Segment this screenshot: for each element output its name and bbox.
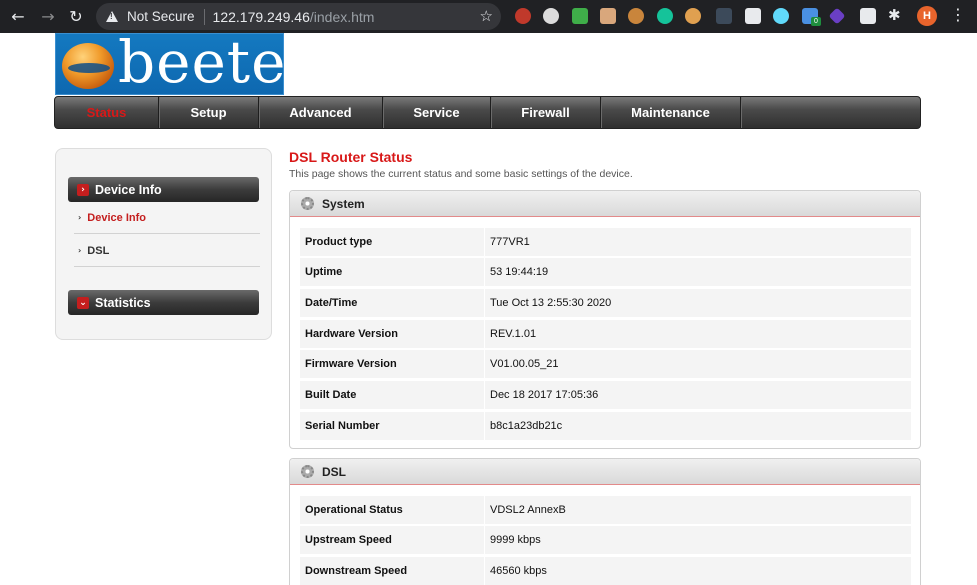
sidebar-item-device-info[interactable]: › Device Info — [74, 202, 260, 234]
extension-icon[interactable] — [543, 8, 559, 24]
sidebar-section-device-info[interactable]: › Device Info — [68, 177, 259, 202]
nav-maintenance[interactable]: Maintenance — [601, 97, 741, 128]
cookie-icon[interactable] — [685, 8, 701, 24]
dsl-panel: DSL Operational Status VDSL2 AnnexB Upstr… — [289, 458, 921, 585]
forward-arrow-icon[interactable]: → — [36, 4, 60, 28]
nav-firewall[interactable]: Firewall — [491, 97, 601, 128]
chevron-down-icon: ⌄ — [77, 296, 89, 309]
adblock-icon[interactable] — [515, 8, 531, 24]
sidebar-section-label: Device Info — [95, 182, 162, 197]
router-page: beetel Status Setup Advanced Service Fir… — [0, 33, 977, 585]
page-title: DSL Router Status — [289, 149, 413, 165]
row-key: Operational Status — [305, 504, 403, 516]
camera-icon[interactable] — [860, 8, 876, 24]
row-key: Serial Number — [305, 420, 380, 432]
diamond-icon[interactable] — [828, 7, 846, 25]
bullet-icon: › — [78, 246, 82, 255]
menu-icon[interactable]: ⋮ — [950, 5, 966, 24]
main-nav: Status Setup Advanced Service Firewall M… — [54, 96, 921, 129]
row-key: Uptime — [305, 266, 343, 278]
bookmark-star-icon[interactable]: ☆ — [480, 7, 493, 25]
grammarly-icon[interactable] — [657, 8, 673, 24]
row-value: 53 19:44:19 — [484, 258, 911, 286]
panel-title: System — [322, 196, 365, 211]
reload-icon[interactable]: ↻ — [64, 4, 88, 28]
table-row: Upstream Speed 9999 kbps — [300, 526, 911, 554]
table-row: Date/Time Tue Oct 13 2:55:30 2020 — [300, 289, 911, 317]
table-row: Built Date Dec 18 2017 17:05:36 — [300, 381, 911, 409]
sidebar-item-label: DSL — [87, 244, 110, 257]
row-value: V01.00.05_21 — [484, 350, 911, 378]
row-value: 777VR1 — [484, 228, 911, 256]
logo-text: beetel — [118, 33, 284, 95]
row-value: b8c1a23db21c — [484, 412, 911, 440]
sidebar: › Device Info › Device Info › DSL ⌄ Stat… — [55, 148, 272, 340]
url-host: 122.179.249.46 — [212, 8, 310, 25]
warning-icon — [106, 11, 118, 22]
table-row: Hardware Version REV.1.01 — [300, 320, 911, 348]
row-value: Tue Oct 13 2:55:30 2020 — [484, 289, 911, 317]
url-path: /index.htm — [309, 8, 375, 25]
react-icon[interactable] — [773, 8, 789, 24]
row-value: 46560 kbps — [484, 557, 911, 585]
gear-icon — [301, 465, 314, 478]
nav-service[interactable]: Service — [383, 97, 491, 128]
browser-toolbar: ← → ↻ Not Secure 122.179.249.46/index.ht… — [0, 0, 977, 33]
security-label: Not Secure — [127, 9, 195, 24]
panel-title: DSL — [322, 464, 346, 479]
ruler-icon[interactable] — [745, 8, 761, 24]
translate-icon[interactable]: 0 — [802, 8, 821, 26]
sidebar-item-dsl[interactable]: › DSL — [74, 235, 260, 267]
address-bar[interactable]: Not Secure 122.179.249.46/index.htm ☆ — [96, 3, 501, 30]
row-value: Dec 18 2017 17:05:36 — [484, 381, 911, 409]
table-row: Product type 777VR1 — [300, 228, 911, 256]
dsl-panel-header: DSL — [290, 459, 920, 485]
sidebar-section-statistics[interactable]: ⌄ Statistics — [68, 290, 259, 315]
row-key: Upstream Speed — [305, 534, 392, 546]
row-value: VDSL2 AnnexB — [484, 496, 911, 524]
row-key: Built Date — [305, 389, 357, 401]
table-row: Serial Number b8c1a23db21c — [300, 412, 911, 440]
nav-advanced[interactable]: Advanced — [259, 97, 383, 128]
face-icon[interactable] — [600, 8, 616, 24]
row-key: Product type — [305, 236, 373, 248]
table-row: Operational Status VDSL2 AnnexB — [300, 496, 911, 524]
back-arrow-icon[interactable]: ← — [6, 4, 30, 28]
row-key: Hardware Version — [305, 328, 398, 340]
puzzle-icon[interactable]: ✱ — [888, 6, 904, 24]
table-row: Uptime 53 19:44:19 — [300, 258, 911, 286]
gear-icon — [301, 197, 314, 210]
row-value: 9999 kbps — [484, 526, 911, 554]
sidebar-section-label: Statistics — [95, 295, 151, 310]
row-key: Downstream Speed — [305, 565, 408, 577]
system-panel: System Product type 777VR1 Uptime 53 19:44… — [289, 190, 921, 449]
row-value: REV.1.01 — [484, 320, 911, 348]
sidebar-item-label: Device Info — [87, 211, 146, 224]
table-row: Firmware Version V01.00.05_21 — [300, 350, 911, 378]
dots-icon[interactable] — [716, 8, 732, 24]
chevron-right-icon: › — [77, 183, 89, 196]
bullet-icon: › — [78, 213, 82, 222]
extension-badge: 0 — [811, 17, 821, 26]
system-panel-header: System — [290, 191, 920, 217]
row-key: Date/Time — [305, 297, 358, 309]
table-row: Downstream Speed 46560 kbps — [300, 557, 911, 585]
page-description: This page shows the current status and s… — [289, 168, 633, 180]
cookie-icon[interactable] — [628, 8, 644, 24]
nav-status[interactable]: Status — [55, 97, 159, 128]
nav-setup[interactable]: Setup — [159, 97, 259, 128]
logo-globe-icon — [62, 43, 114, 89]
row-key: Firmware Version — [305, 358, 397, 370]
profile-avatar[interactable]: H — [917, 6, 937, 26]
shield-icon[interactable] — [572, 8, 588, 24]
beetel-logo: beetel — [55, 33, 284, 95]
